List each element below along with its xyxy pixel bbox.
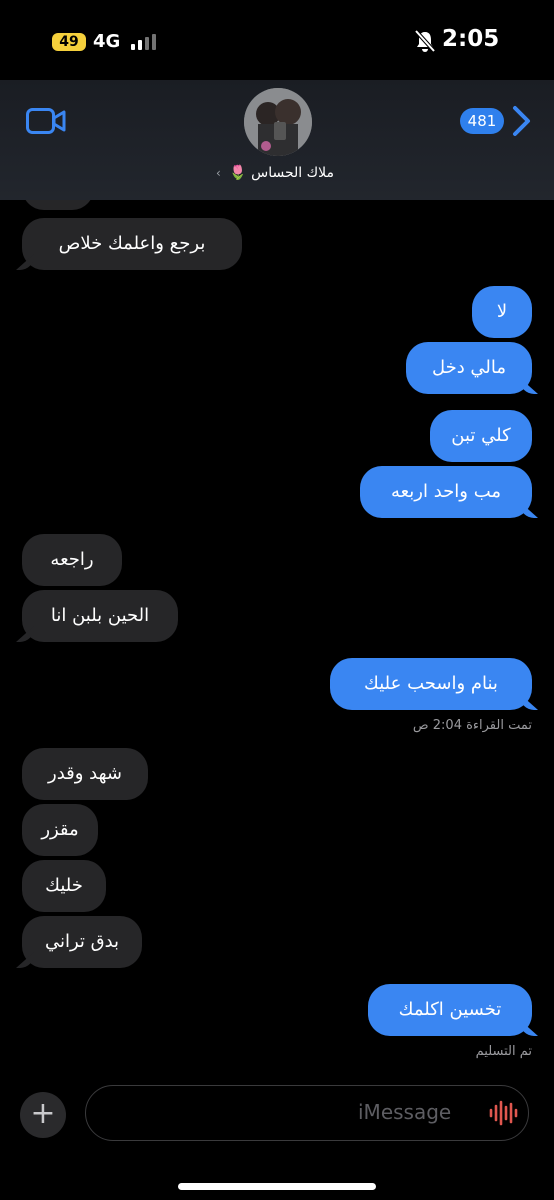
message-bubble-incoming[interactable]: برجع واعلمك خلاص (22, 218, 242, 270)
battery-indicator: 49 (52, 33, 86, 51)
status-bar: 49 4G 2:05 (0, 0, 554, 80)
audio-waveform-icon[interactable] (488, 1100, 518, 1126)
unread-badge[interactable]: 481 (460, 108, 504, 134)
message-bubble-incoming[interactable]: خليك (22, 860, 106, 912)
apps-plus-button[interactable]: + (20, 1092, 66, 1138)
contact-name[interactable]: ملاك الحساس 🌷 › (150, 165, 400, 185)
message-bubble-incoming[interactable]: مقزر (22, 804, 98, 856)
contact-name-label: ملاك الحساس 🌷 (229, 165, 335, 181)
message-input-placeholder: iMessage (358, 1100, 452, 1124)
avatar-photo (244, 88, 312, 156)
home-indicator[interactable] (178, 1183, 376, 1190)
message-input[interactable] (85, 1085, 529, 1141)
network-type: 4G (93, 31, 121, 52)
message-bubble-incoming[interactable]: راجعه (22, 534, 122, 586)
clock: 2:05 (442, 26, 500, 52)
back-chevron-icon[interactable] (510, 104, 534, 138)
message-bubble-outgoing[interactable]: لا (472, 286, 532, 338)
delivered-status: تم التسليم (475, 1044, 532, 1059)
bell-muted-icon (414, 29, 436, 53)
message-bubble-outgoing[interactable]: مالي دخل (406, 342, 532, 394)
plus-icon: + (30, 1096, 56, 1131)
video-call-icon[interactable] (26, 108, 66, 134)
message-bubble-outgoing[interactable]: كلي تبن (430, 410, 532, 462)
contact-avatar[interactable] (244, 88, 312, 156)
chevron-right-icon: › (215, 166, 221, 180)
message-bubble-incoming[interactable]: بدق تراني (22, 916, 142, 968)
message-bubble-outgoing[interactable]: تخسين اكلمك (368, 984, 532, 1036)
message-bubble-outgoing[interactable]: بنام واسحب عليك (330, 658, 532, 710)
signal-icon (131, 34, 159, 50)
message-bubble-incoming[interactable]: شهد وقدر (22, 748, 148, 800)
message-bubble-outgoing[interactable]: مب واحد اربعه (360, 466, 532, 518)
read-receipt: تمت القراءة 2:04 ص (412, 718, 532, 733)
message-bubble-incoming[interactable]: الحين بلبن انا (22, 590, 178, 642)
